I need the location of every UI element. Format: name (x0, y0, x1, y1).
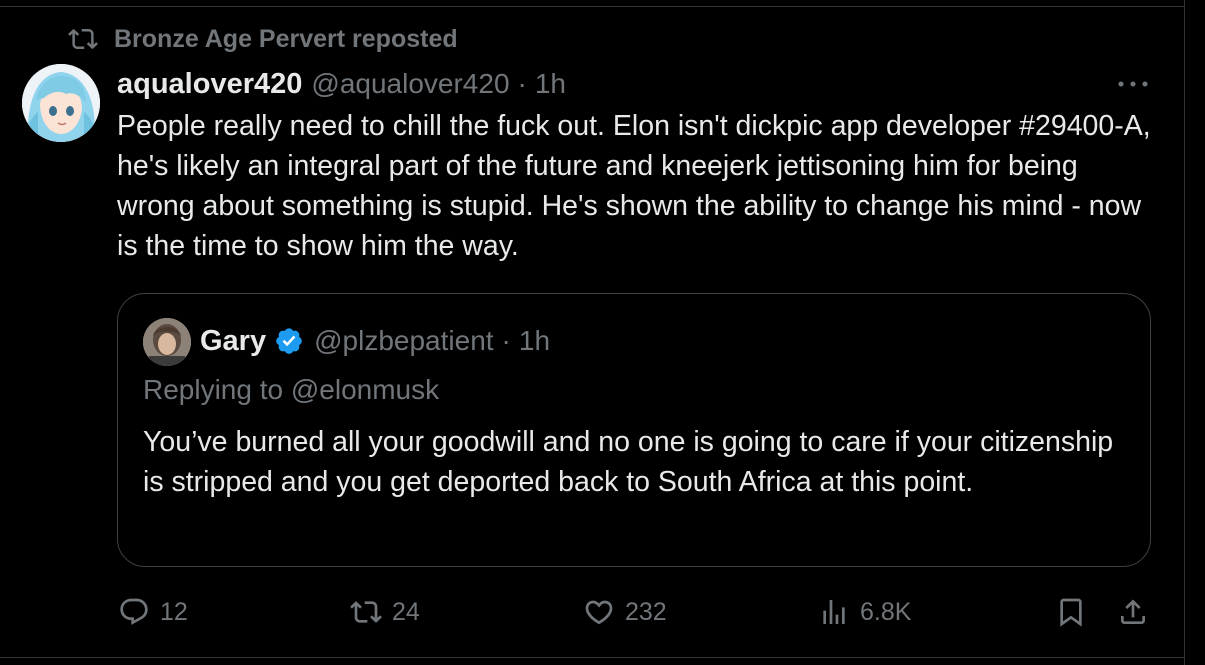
repost-context[interactable]: Bronze Age Pervert reposted (66, 24, 458, 54)
tweet-page: Bronze Age Pervert reposted aqualover420… (0, 0, 1205, 665)
divider-top (0, 6, 1185, 7)
reply-count: 12 (160, 597, 188, 626)
heart-icon (585, 600, 613, 625)
author-handle[interactable]: @aqualover420 (311, 68, 509, 100)
quoted-avatar (143, 318, 191, 366)
repost-icon (68, 28, 98, 50)
quoted-tweet[interactable]: Gary @plzbepatient · 1h Replying to @elo… (117, 293, 1151, 567)
replying-prefix: Replying to (143, 374, 291, 405)
share-icon (1121, 599, 1145, 624)
tweet-text: People really need to chill the fuck out… (117, 110, 1151, 262)
tweet-header: aqualover420 @aqualover420 · 1h (117, 66, 566, 102)
quoted-header: Gary @plzbepatient · 1h (200, 321, 550, 361)
like-button[interactable]: 232 (583, 593, 667, 631)
more-icon[interactable] (1113, 72, 1153, 96)
bookmark-button[interactable] (1055, 593, 1087, 631)
quoted-timestamp: 1h (518, 325, 551, 356)
quoted-author-handle[interactable]: @plzbepatient (314, 325, 493, 357)
share-button[interactable] (1117, 593, 1149, 631)
repost-label: Bronze Age Pervert reposted (114, 24, 458, 53)
quoted-avatar-image (143, 318, 191, 366)
views-button[interactable]: 6.8K (818, 593, 911, 631)
avatar[interactable] (22, 64, 100, 142)
like-count: 232 (625, 597, 667, 626)
more-dots (1118, 81, 1148, 87)
repost-action-icon (350, 601, 382, 623)
verified-badge-icon (276, 328, 302, 354)
quoted-author-name[interactable]: Gary (200, 325, 266, 358)
replying-mention[interactable]: @elonmusk (291, 374, 439, 405)
views-count: 6.8K (860, 597, 912, 626)
divider-bottom (0, 657, 1185, 658)
quoted-separator-dot: · (501, 325, 511, 356)
reply-icon (120, 598, 148, 625)
tweet-timestamp[interactable]: 1h (535, 68, 566, 100)
reply-button[interactable]: 12 (118, 593, 188, 631)
quoted-text: You’ve burned all your goodwill and no o… (143, 426, 1114, 498)
repost-button[interactable]: 24 (350, 593, 420, 631)
views-icon (823, 600, 845, 624)
divider-right (1184, 0, 1185, 665)
replying-to: Replying to @elonmusk (143, 374, 439, 406)
separator-dot: · (517, 68, 527, 99)
avatar-image (22, 64, 100, 142)
bookmark-icon (1060, 598, 1082, 627)
author-name[interactable]: aqualover420 (117, 68, 302, 101)
repost-count: 24 (392, 597, 420, 626)
